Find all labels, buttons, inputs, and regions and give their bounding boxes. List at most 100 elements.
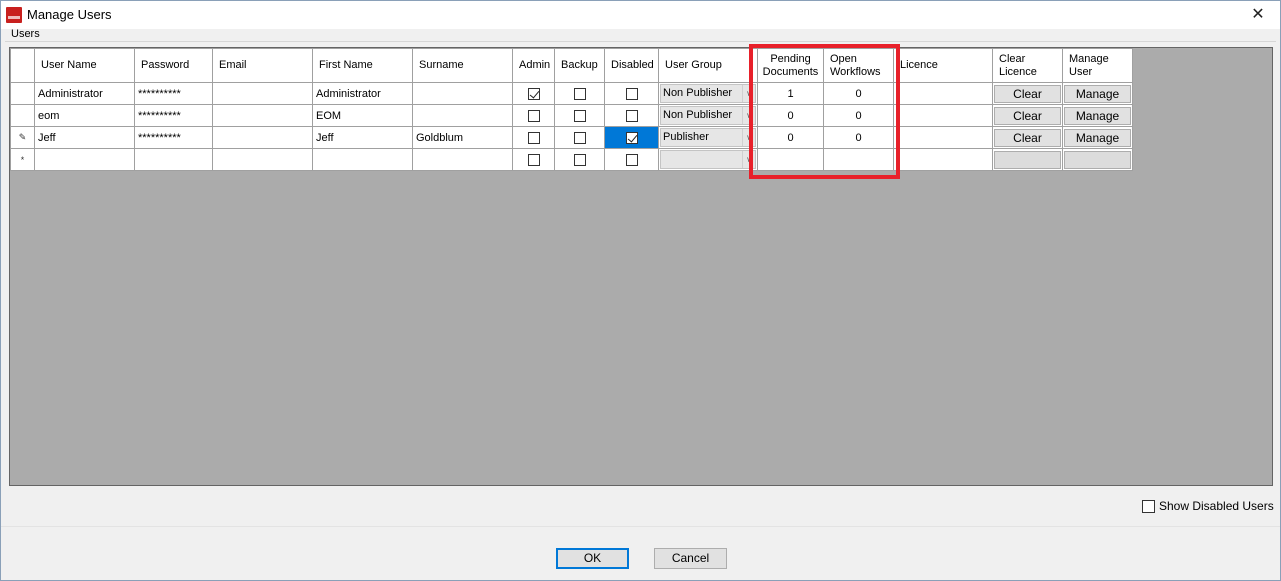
- open-workflows-cell[interactable]: 0: [823, 82, 894, 105]
- pending-documents-cell[interactable]: 0: [757, 126, 824, 149]
- open-workflows-cell[interactable]: [823, 148, 894, 171]
- user-group-value: Publisher: [663, 131, 709, 143]
- password-cell[interactable]: **********: [134, 126, 213, 149]
- corner-header[interactable]: [10, 48, 35, 83]
- user-group-select[interactable]: Publisher ∨: [660, 128, 756, 147]
- first-name-cell[interactable]: EOM: [312, 104, 413, 127]
- col-header-licence[interactable]: Licence: [893, 48, 993, 83]
- col-header-manage-user[interactable]: Manage User: [1062, 48, 1133, 83]
- table-row[interactable]: ✎ Jeff ********** Jeff Goldblum Publishe…: [10, 126, 1133, 149]
- pending-documents-cell[interactable]: 0: [757, 104, 824, 127]
- cancel-button[interactable]: Cancel: [654, 548, 727, 569]
- clear-licence-cell: Clear: [992, 126, 1063, 149]
- licence-cell[interactable]: [893, 104, 993, 127]
- surname-cell[interactable]: [412, 148, 513, 171]
- user-name-cell[interactable]: Jeff: [34, 126, 135, 149]
- col-header-user-name[interactable]: User Name: [34, 48, 135, 83]
- col-header-email[interactable]: Email: [212, 48, 313, 83]
- col-header-surname[interactable]: Surname: [412, 48, 513, 83]
- user-name-cell[interactable]: Administrator: [34, 82, 135, 105]
- first-name-cell[interactable]: Administrator: [312, 82, 413, 105]
- col-header-user-group[interactable]: User Group: [658, 48, 758, 83]
- col-header-disabled[interactable]: Disabled: [604, 48, 659, 83]
- licence-cell[interactable]: [893, 126, 993, 149]
- manage-user-button[interactable]: [1064, 150, 1131, 169]
- disabled-checkbox[interactable]: [625, 153, 638, 166]
- row-header[interactable]: [10, 82, 35, 105]
- col-header-password[interactable]: Password: [134, 48, 213, 83]
- backup-checkbox[interactable]: [573, 87, 586, 100]
- disabled-checkbox[interactable]: [625, 87, 638, 100]
- disabled-cell: [604, 82, 659, 105]
- show-disabled-users-toggle[interactable]: Show Disabled Users: [1142, 499, 1274, 514]
- new-row[interactable]: * ∨: [10, 148, 1133, 171]
- table-row[interactable]: Administrator ********** Administrator N…: [10, 82, 1133, 105]
- col-header-pending-documents[interactable]: Pending Documents: [757, 48, 824, 83]
- admin-checkbox[interactable]: [527, 109, 540, 122]
- chevron-down-icon: ∨: [742, 85, 755, 102]
- first-name-cell[interactable]: [312, 148, 413, 171]
- email-cell[interactable]: [212, 148, 313, 171]
- user-group-select[interactable]: Non Publisher ∨: [660, 84, 756, 103]
- admin-checkbox[interactable]: [527, 87, 540, 100]
- password-cell[interactable]: [134, 148, 213, 171]
- manage-user-button[interactable]: Manage: [1064, 128, 1131, 147]
- password-cell[interactable]: **********: [134, 82, 213, 105]
- col-header-first-name[interactable]: First Name: [312, 48, 413, 83]
- backup-checkbox[interactable]: [573, 131, 586, 144]
- table-row[interactable]: eom ********** EOM Non Publisher ∨ 0 0 Cl…: [10, 104, 1133, 127]
- col-header-clear-licence[interactable]: Clear Licence: [992, 48, 1063, 83]
- window-title: Manage Users: [27, 7, 112, 22]
- admin-checkbox[interactable]: [527, 131, 540, 144]
- email-cell[interactable]: [212, 104, 313, 127]
- admin-checkbox[interactable]: [527, 153, 540, 166]
- backup-cell: [554, 82, 605, 105]
- clear-licence-button[interactable]: Clear: [994, 128, 1061, 147]
- email-cell[interactable]: [212, 126, 313, 149]
- header-text: User: [1069, 65, 1093, 78]
- ok-button[interactable]: OK: [556, 548, 629, 569]
- disabled-checkbox[interactable]: [625, 131, 638, 144]
- clear-licence-button[interactable]: Clear: [994, 106, 1061, 125]
- backup-cell: [554, 126, 605, 149]
- email-cell[interactable]: [212, 82, 313, 105]
- users-group-label: Users: [11, 28, 40, 40]
- manage-users-window: Manage Users ✕ Users User Name Password …: [0, 0, 1281, 581]
- manage-user-button[interactable]: Manage: [1064, 106, 1131, 125]
- col-header-open-workflows[interactable]: Open Workflows: [823, 48, 894, 83]
- row-header[interactable]: ✎: [10, 126, 35, 149]
- password-cell[interactable]: **********: [134, 104, 213, 127]
- users-grid[interactable]: User Name Password Email First Name Surn…: [9, 47, 1273, 486]
- surname-cell[interactable]: [412, 104, 513, 127]
- open-workflows-cell[interactable]: 0: [823, 104, 894, 127]
- user-name-cell[interactable]: [34, 148, 135, 171]
- first-name-cell[interactable]: Jeff: [312, 126, 413, 149]
- pending-documents-cell[interactable]: 1: [757, 82, 824, 105]
- licence-cell[interactable]: [893, 148, 993, 171]
- licence-cell[interactable]: [893, 82, 993, 105]
- row-header[interactable]: [10, 104, 35, 127]
- clear-licence-button[interactable]: [994, 150, 1061, 169]
- user-name-cell[interactable]: eom: [34, 104, 135, 127]
- disabled-checkbox[interactable]: [625, 109, 638, 122]
- show-disabled-checkbox[interactable]: [1142, 500, 1155, 514]
- user-group-select[interactable]: Non Publisher ∨: [660, 106, 756, 125]
- manage-user-cell: Manage: [1062, 126, 1133, 149]
- backup-checkbox[interactable]: [573, 153, 586, 166]
- pending-documents-cell[interactable]: [757, 148, 824, 171]
- manage-user-button[interactable]: Manage: [1064, 84, 1131, 103]
- surname-cell[interactable]: Goldblum: [412, 126, 513, 149]
- clear-licence-button[interactable]: Clear: [994, 84, 1061, 103]
- user-group-select[interactable]: ∨: [660, 150, 756, 169]
- col-header-admin[interactable]: Admin: [512, 48, 555, 83]
- chevron-down-icon: ∨: [742, 107, 755, 124]
- col-header-backup[interactable]: Backup: [554, 48, 605, 83]
- title-bar[interactable]: Manage Users ✕: [1, 1, 1280, 29]
- open-workflows-cell[interactable]: 0: [823, 126, 894, 149]
- user-group-value: Non Publisher: [663, 109, 733, 121]
- surname-cell[interactable]: [412, 82, 513, 105]
- close-icon[interactable]: ✕: [1236, 1, 1280, 29]
- backup-checkbox[interactable]: [573, 109, 586, 122]
- new-row-header[interactable]: *: [10, 148, 35, 171]
- footer-divider: [1, 526, 1280, 527]
